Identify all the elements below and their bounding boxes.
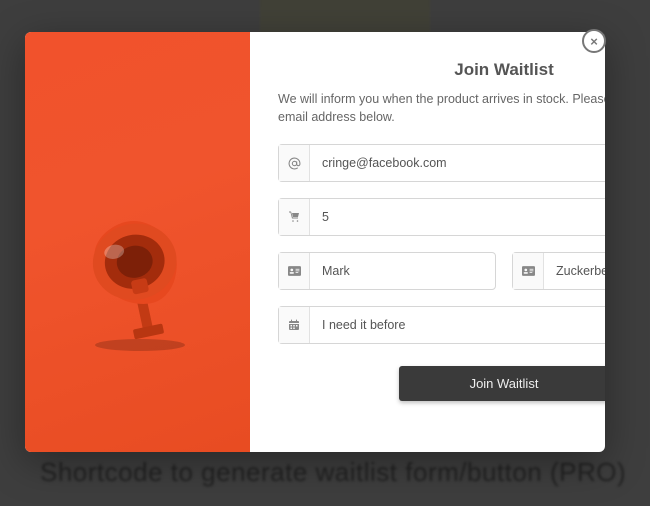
background-heading: Shortcode to generate waitlist form/butt… — [40, 457, 626, 488]
id-card-icon — [513, 253, 544, 289]
last-name-field-wrapper — [512, 252, 605, 290]
close-button[interactable]: × — [582, 29, 606, 53]
first-name-input[interactable] — [310, 253, 495, 289]
note-field-wrapper — [278, 306, 605, 344]
email-input[interactable] — [310, 145, 605, 181]
quantity-input[interactable] — [310, 199, 605, 235]
id-card-icon — [279, 253, 310, 289]
last-name-input[interactable] — [544, 253, 605, 289]
cart-icon — [279, 199, 310, 235]
quantity-field-wrapper — [278, 198, 605, 236]
modal-form-panel: Join Waitlist We will inform you when th… — [250, 32, 605, 452]
modal-title: Join Waitlist — [278, 60, 605, 80]
email-field-wrapper — [278, 144, 605, 182]
modal-description: We will inform you when the product arri… — [278, 90, 605, 126]
first-name-field-wrapper — [278, 252, 496, 290]
close-icon: × — [590, 35, 598, 48]
waitlist-modal: Join Waitlist We will inform you when th… — [25, 32, 605, 452]
megaphone-illustration — [70, 207, 210, 357]
modal-hero-panel — [25, 32, 250, 452]
at-icon — [279, 145, 310, 181]
note-input[interactable] — [310, 307, 605, 343]
calendar-icon — [279, 307, 310, 343]
join-waitlist-button[interactable]: Join Waitlist — [399, 366, 605, 401]
